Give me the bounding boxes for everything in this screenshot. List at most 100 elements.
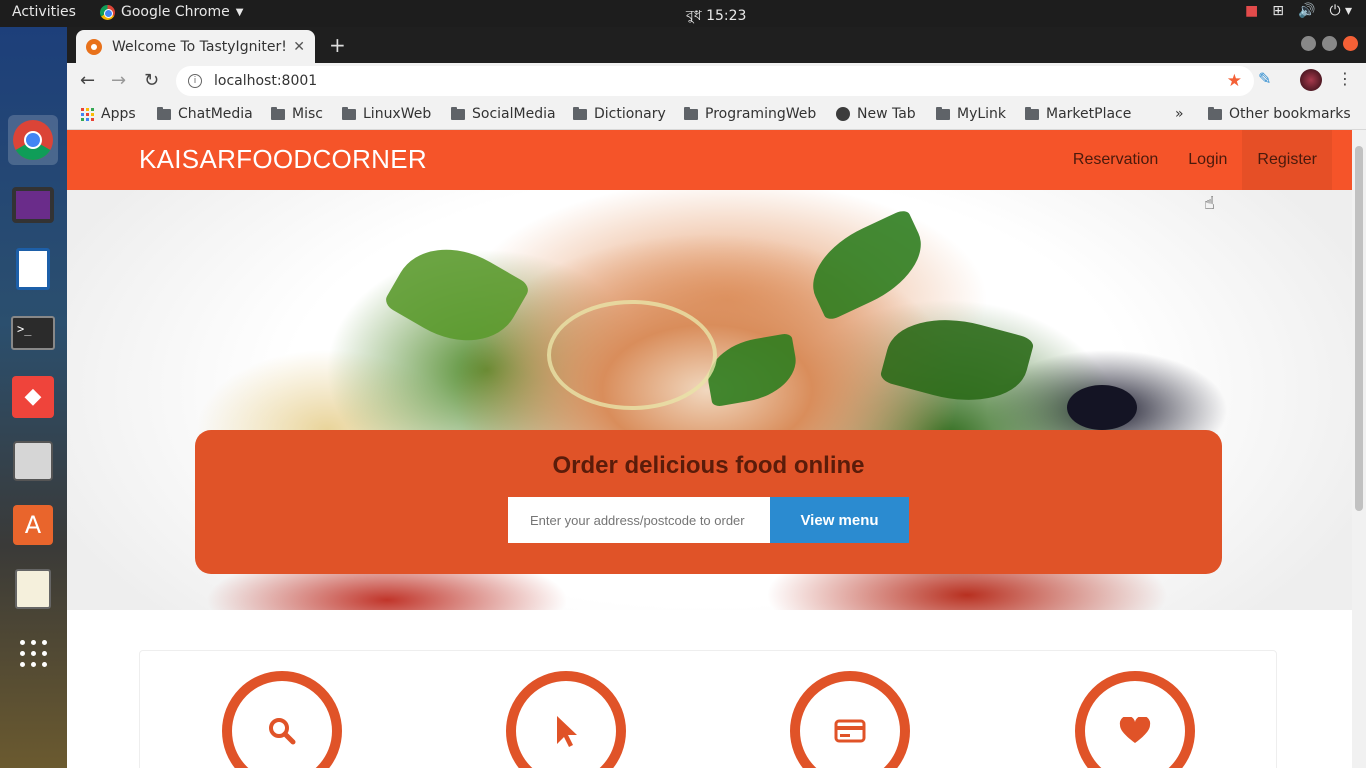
forward-button[interactable]: → [111,70,126,91]
chrome-icon [100,4,115,20]
close-window-button[interactable] [1343,36,1358,51]
system-tray[interactable]: ■ ⊞ 🔊 ⏻ ▾ [1245,3,1352,19]
bookmark-label: MyLink [957,106,1007,122]
favicon-icon [86,38,102,55]
dock-show-apps[interactable] [8,628,58,678]
globe-icon [836,107,850,121]
hero-title: Order delicious food online [552,452,865,479]
app-menu-label: Google Chrome [121,4,230,20]
browser-toolbar: ← → ↻ i localhost:8001 ★ ✎ ⋮ [67,63,1366,99]
power-icon[interactable]: ⏻ ▾ [1329,3,1352,19]
overflow-label: » [1175,106,1184,122]
bookmark-misc[interactable]: Misc [271,106,323,122]
folder-icon [157,106,171,120]
maximize-button[interactable] [1322,36,1337,51]
dock-writer[interactable] [8,244,58,294]
bookmark-marketplace[interactable]: MarketPlace [1025,106,1131,122]
bookmark-label: SocialMedia [472,106,556,122]
dock-software-center[interactable]: A [8,500,58,550]
minimize-button[interactable] [1301,36,1316,51]
chrome-menu-icon[interactable]: ⋮ [1337,69,1353,88]
bookmark-label: Other bookmarks [1229,106,1351,122]
nav-login[interactable]: Login [1173,130,1242,190]
folder-icon [271,106,285,120]
chrome-icon [13,120,53,160]
chevron-down-icon: ▼ [235,6,244,18]
film-icon [12,187,54,223]
bookmark-label: MarketPlace [1046,106,1132,122]
profile-avatar[interactable] [1300,69,1322,91]
parsley-leaf [797,207,937,323]
folder-icon [936,106,950,120]
heart-icon [1119,717,1151,743]
volume-icon[interactable]: 🔊 [1298,3,1315,19]
reload-button[interactable]: ↻ [144,70,159,91]
dock-terminal[interactable]: >_ [8,308,58,358]
bookmark-linuxweb[interactable]: LinuxWeb [342,106,431,122]
folder-icon [573,106,587,120]
site-info-icon[interactable]: i [188,74,202,88]
back-button[interactable]: ← [80,70,95,91]
window-controls [1301,36,1358,51]
tab-title: Welcome To TastyIgniter! [112,38,287,55]
bookmark-socialmedia[interactable]: SocialMedia [451,106,556,122]
lettuce-leaf [382,226,532,364]
address-bar[interactable]: i localhost:8001 ★ [176,66,1254,96]
how-it-works-section [139,650,1277,768]
activities-button[interactable]: Activities [12,4,76,20]
folder-icon [1025,106,1039,120]
bookmark-star-icon[interactable]: ★ [1227,71,1242,91]
dock-files[interactable] [8,436,58,486]
dock-text-editor[interactable] [8,564,58,614]
close-tab-icon[interactable]: ✕ [293,39,305,55]
dock-video-editor[interactable] [8,180,58,230]
bookmark-mylink[interactable]: MyLink [936,106,1006,122]
olive [1067,385,1137,430]
nav-reservation[interactable]: Reservation [1058,130,1173,190]
scrollbar-thumb[interactable] [1355,146,1363,511]
tab-welcome[interactable]: Welcome To TastyIgniter! ✕ [76,30,315,63]
web-page: KAISARFOODCORNER Reservation Login Regis… [67,130,1352,768]
folder-icon [451,106,465,120]
step-search [222,671,342,768]
site-nav-links: Reservation Login Register [1058,130,1332,190]
nav-register[interactable]: Register [1242,130,1332,190]
page-scrollbar[interactable] [1352,130,1366,768]
bookmark-chatmedia[interactable]: ChatMedia [157,106,253,122]
address-input[interactable] [508,497,770,543]
terminal-icon: >_ [11,316,55,350]
bookmark-dictionary[interactable]: Dictionary [573,106,666,122]
app-menu[interactable]: Google Chrome ▼ [100,4,243,20]
site-brand[interactable]: KAISARFOODCORNER [139,144,427,175]
bookmark-other[interactable]: Other bookmarks [1208,106,1351,122]
order-panel: Order delicious food online View menu [195,430,1222,574]
bookmarks-overflow-button[interactable]: » [1175,106,1184,122]
view-menu-button[interactable]: View menu [770,497,909,543]
file-cabinet-icon [13,441,53,481]
bookmark-apps[interactable]: Apps [81,106,136,122]
screen-record-icon[interactable]: ■ [1245,3,1258,19]
parsley-leaf [702,332,802,408]
clock[interactable]: বুধ 15:23 [686,4,746,28]
step-enjoy [1075,671,1195,768]
onion-ring [547,300,717,410]
chrome-window: Welcome To TastyIgniter! ✕ + ← → ↻ i loc… [67,27,1366,768]
dock-anydesk[interactable]: ◆ [8,372,58,422]
apps-grid-icon [81,107,94,121]
step-choose [506,671,626,768]
search-icon [269,718,296,745]
anydesk-icon: ◆ [12,376,54,418]
network-icon[interactable]: ⊞ [1272,3,1284,19]
dock-chrome[interactable] [8,115,58,165]
hero-food-image: Order delicious food online View menu [67,190,1352,610]
credit-card-icon [834,719,866,743]
folder-icon [342,106,356,120]
bookmark-label: Dictionary [594,106,666,122]
step-pay [790,671,910,768]
bookmark-programingweb[interactable]: ProgramingWeb [684,106,816,122]
bookmark-label: New Tab [857,106,916,122]
extension-feather-icon[interactable]: ✎ [1258,69,1271,88]
dock: >_ ◆ A [0,27,67,768]
new-tab-button[interactable]: + [329,33,346,57]
bookmark-newtab[interactable]: New Tab [836,106,916,122]
